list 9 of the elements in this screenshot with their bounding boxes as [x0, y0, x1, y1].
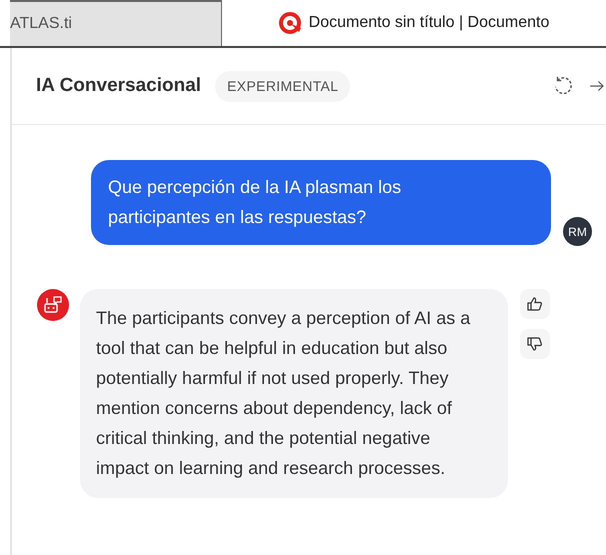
panel-title: IA Conversacional — [36, 74, 202, 98]
bot-avatar-icon — [37, 289, 69, 321]
assistant-message: The participants convey a perception of AI as a tool that can be helpful in education but also potentially harmful if not used properly. They mention concerns about dependency, lack of critical thinking, and the potential negative impact on learning and research processes. — [80, 289, 508, 498]
thumbs-down-icon[interactable] — [520, 329, 550, 359]
thumbs-up-icon[interactable] — [520, 289, 550, 319]
browser-tab[interactable]: ATLAS.ti — [10, 0, 222, 46]
experimental-label: EXPERIMENTAL — [215, 70, 350, 102]
user-avatar: RM — [563, 217, 592, 246]
user-message: Que percepción de la IA plasman los participantes en las respuestas? — [91, 160, 551, 245]
